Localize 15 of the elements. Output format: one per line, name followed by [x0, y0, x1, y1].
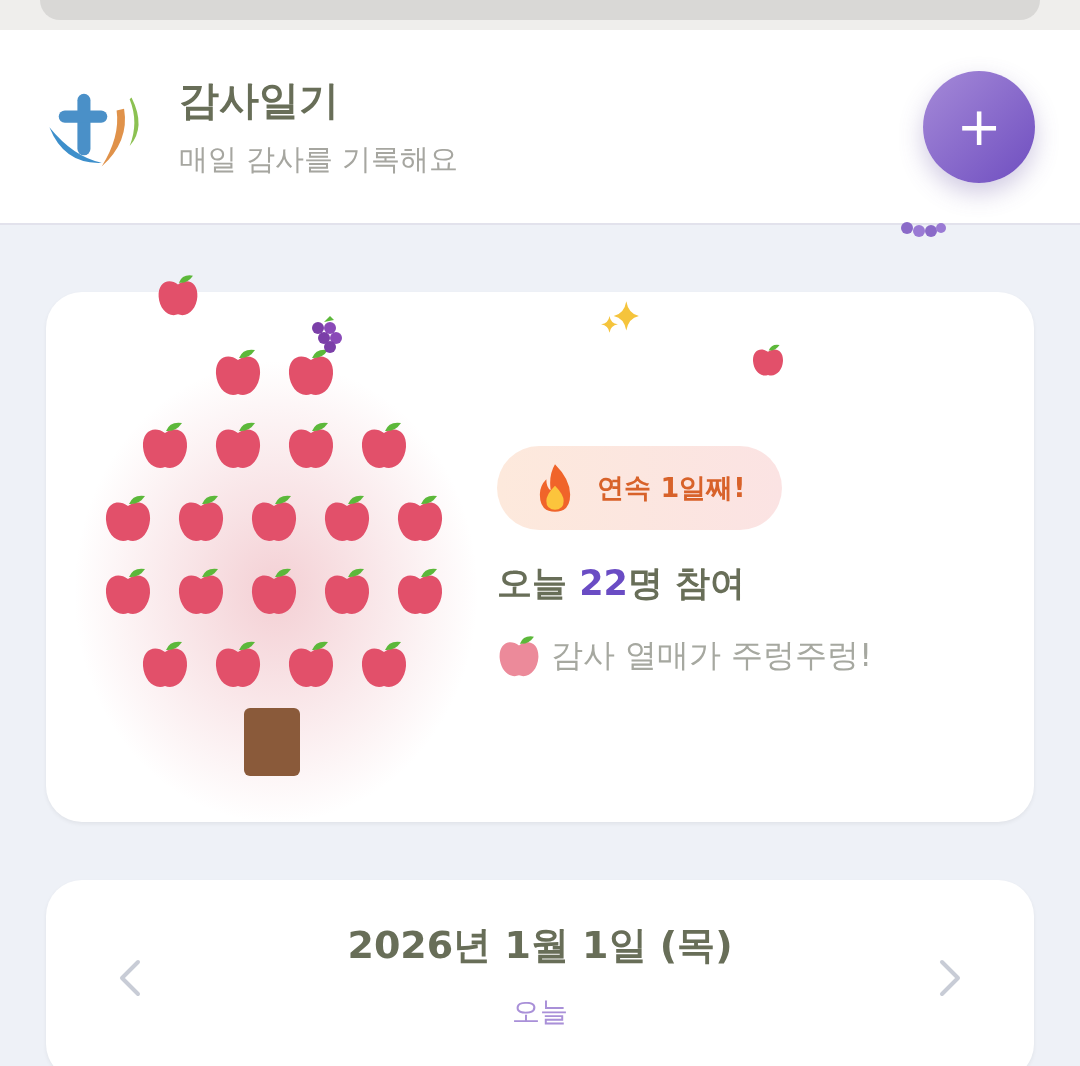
apple-icon: [751, 342, 785, 378]
apple-icon: [156, 272, 200, 318]
participants-text: 오늘 22명 참여: [497, 561, 746, 605]
streak-text: 연속 1일째!: [597, 470, 746, 505]
date-title: 2026년 1월 1일 (목): [347, 922, 733, 969]
chevron-left-icon: [118, 958, 142, 998]
previous-day-button[interactable]: [118, 958, 142, 998]
fruit-message: 감사 열매가 주렁주렁!: [551, 634, 873, 676]
chevron-right-icon: [938, 958, 962, 998]
tree-trunk: [244, 708, 300, 776]
app-title: 감사일기: [179, 76, 340, 125]
next-day-button[interactable]: [938, 958, 962, 998]
add-button[interactable]: +: [923, 70, 1035, 183]
app-subtitle: 매일 감사를 기록해요: [179, 141, 460, 178]
today-label: 오늘: [512, 994, 568, 1030]
